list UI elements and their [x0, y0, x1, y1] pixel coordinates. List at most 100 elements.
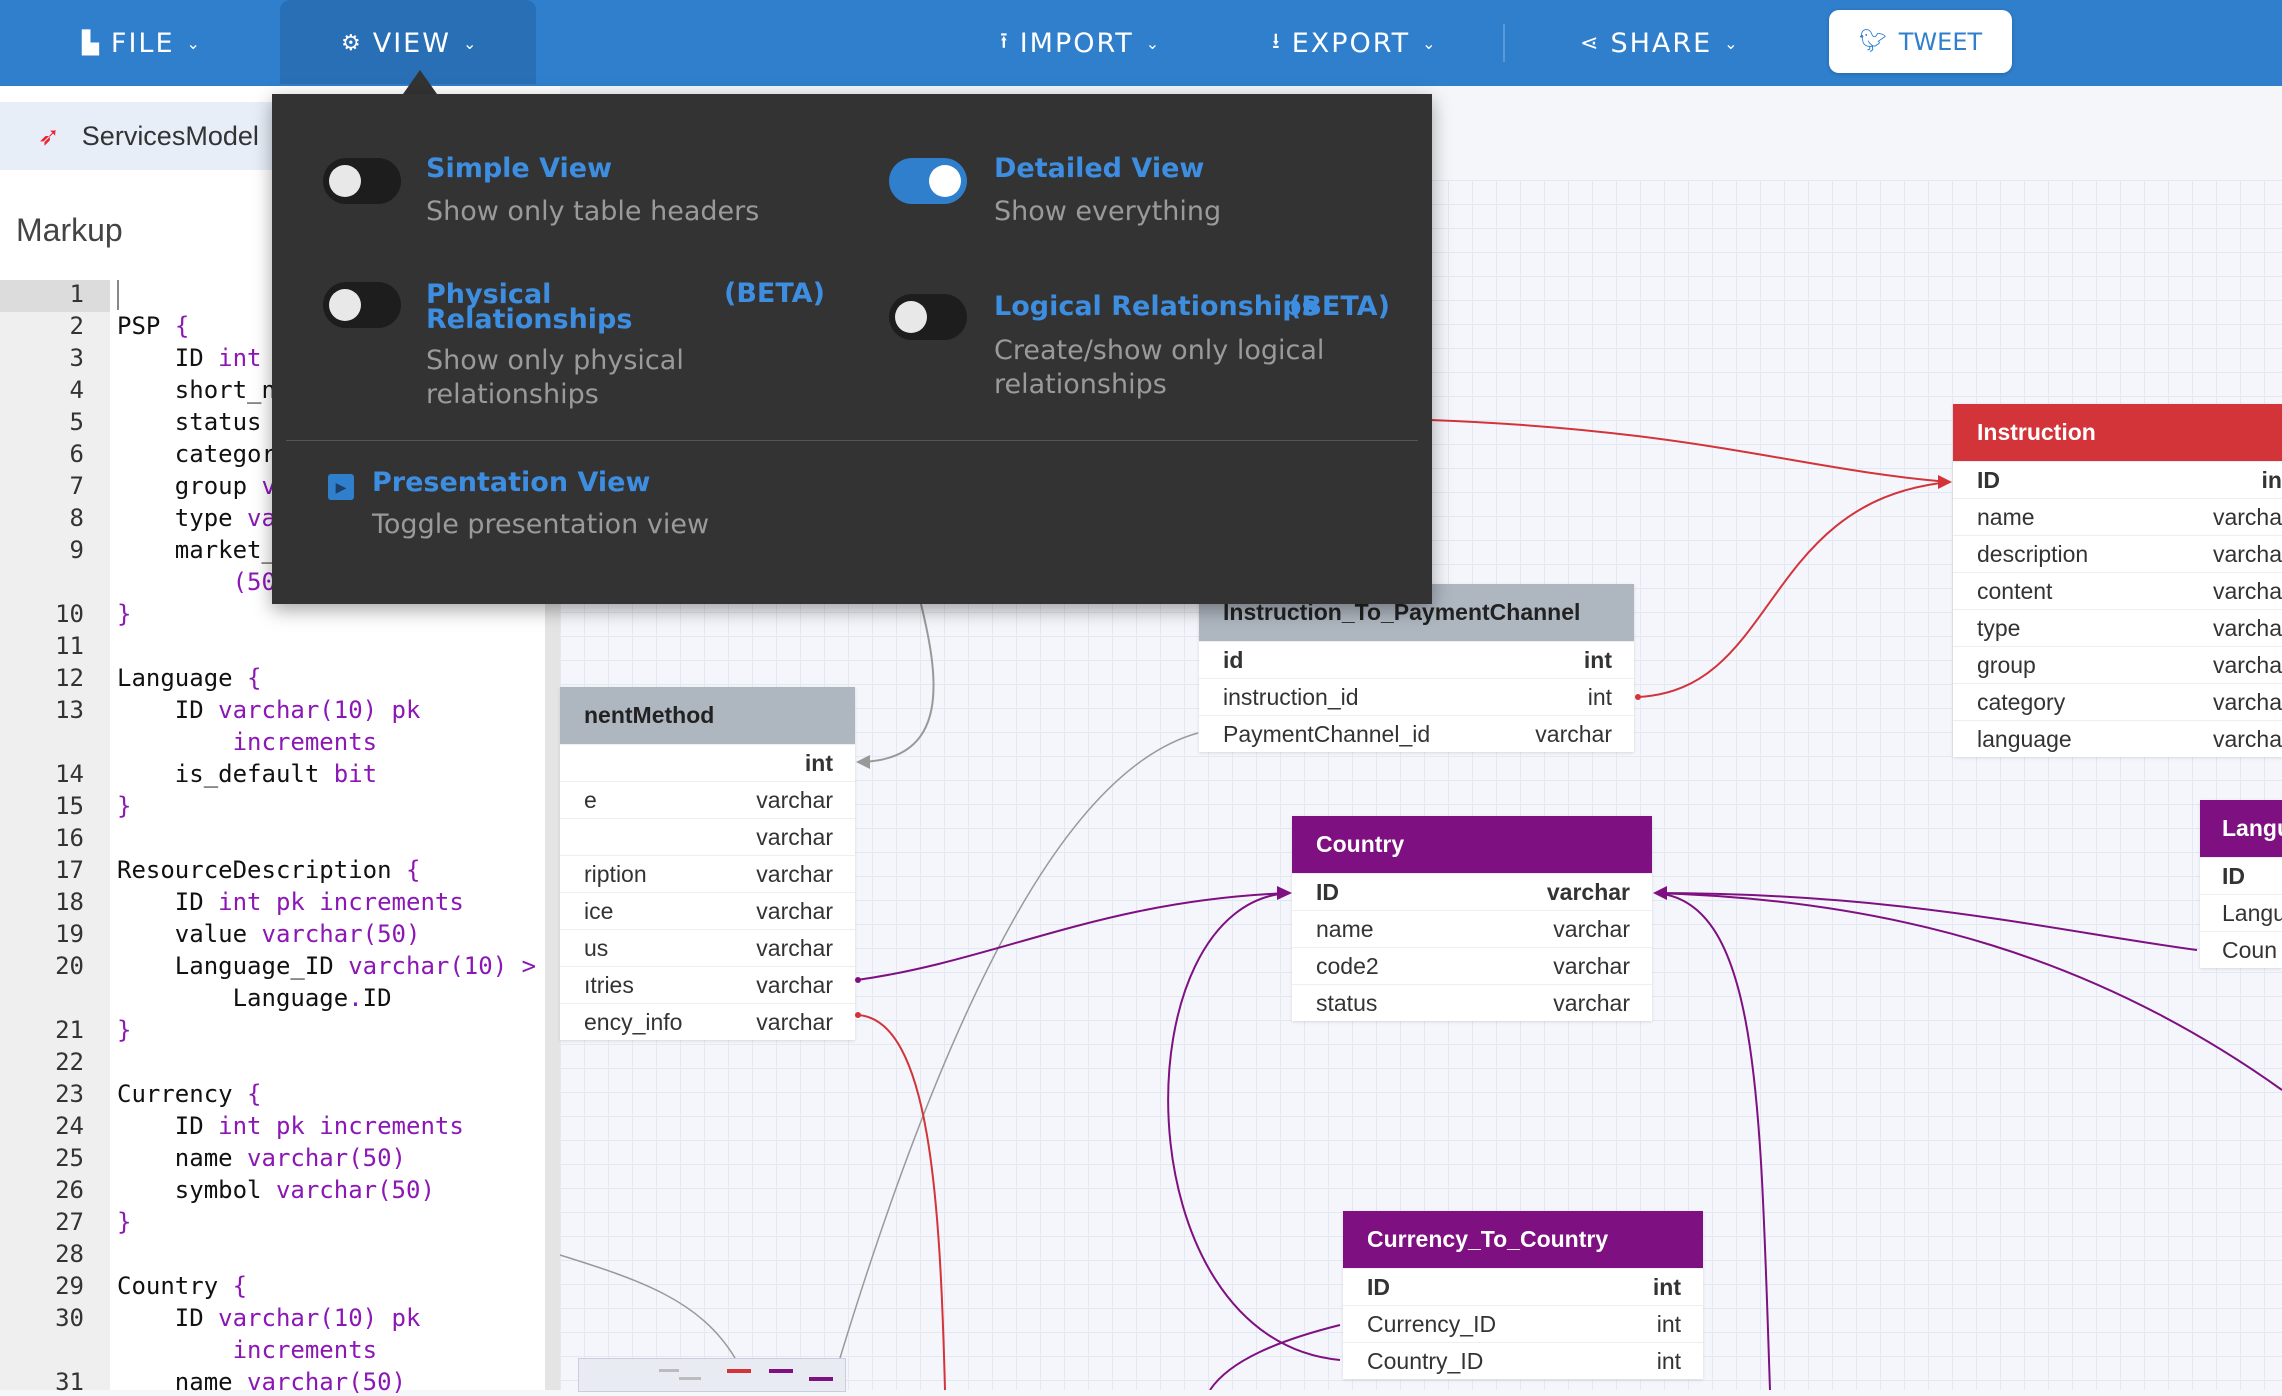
code-line: type va — [174, 504, 276, 532]
table-row: Country_ID int — [1343, 1342, 1703, 1379]
export-menu-label: EXPORT — [1291, 27, 1411, 59]
tweet-label: TWEET — [1898, 27, 1983, 56]
toggle-knob — [329, 289, 361, 321]
code-line: value varchar(50) — [174, 920, 421, 948]
table-row: ency_info varchar — [560, 1003, 855, 1040]
detailed-view-toggle[interactable] — [889, 158, 967, 204]
table-row: description varcha — [1953, 535, 2282, 572]
table-row: PaymentChannel_id varchar — [1199, 715, 1634, 752]
detailed-view-description: Show everything — [994, 196, 1222, 227]
code-line: status — [174, 408, 262, 436]
presentation-view-description: Toggle presentation view — [372, 509, 710, 540]
line-number: 13 — [55, 696, 84, 724]
line-number: 27 — [55, 1208, 84, 1236]
line-number: 9 — [69, 536, 84, 564]
tweet-button[interactable]: 🐦︎ TWEET — [1829, 10, 2012, 73]
table-instruction[interactable]: Instruction ID in name varcha description v… — [1953, 404, 2282, 757]
table-row: varchar — [560, 818, 855, 855]
table-row: content varcha — [1953, 572, 2282, 609]
code-line: symbol varchar(50) — [174, 1176, 435, 1204]
line-number: 31 — [55, 1368, 84, 1396]
physical-relationships-toggle[interactable] — [323, 282, 401, 328]
code-line: ID int pk increments — [174, 1112, 464, 1140]
code-line: categor — [174, 440, 276, 468]
play-icon[interactable]: ▶ — [328, 474, 354, 500]
table-row: code2 varchar — [1292, 947, 1652, 984]
chevron-down-icon: ⌄ — [186, 33, 202, 53]
table-row: type varcha — [1953, 609, 2282, 646]
logical-relationships-title[interactable]: Logical Relationships — [994, 293, 1318, 320]
table-header: Instruction — [1953, 404, 2282, 461]
code-line: Country { — [117, 1272, 248, 1300]
file-icon: ▙ — [82, 30, 101, 56]
line-number: 15 — [55, 792, 84, 820]
code-line: } — [117, 792, 132, 820]
file-tab[interactable]: ➶ ServicesModel — [0, 102, 290, 170]
simple-view-toggle[interactable] — [323, 158, 401, 204]
import-menu-button[interactable]: ⭱ IMPORT ⌄ — [1000, 0, 1161, 86]
code-line: (50 — [232, 568, 276, 596]
export-menu-button[interactable]: ⭳ EXPORT ⌄ — [1272, 0, 1438, 86]
table-header: Country — [1292, 816, 1652, 873]
share-menu-button[interactable]: ⋖ SHARE ⌄ — [1580, 0, 1740, 86]
table-instruction-to-paymentchannel[interactable]: Instruction_To_PaymentChannel id int inst… — [1199, 584, 1634, 752]
table-row: ID varchar — [1292, 873, 1652, 910]
line-number: 28 — [55, 1240, 84, 1268]
code-line: Language.ID — [232, 984, 392, 1012]
table-header: nentMethod — [560, 687, 855, 744]
table-row: Langu — [2200, 894, 2282, 931]
table-header: Currency_To_Country — [1343, 1211, 1703, 1268]
line-number: 5 — [69, 408, 84, 436]
presentation-view-title[interactable]: Presentation View — [372, 469, 650, 496]
code-line: is_default bit — [174, 760, 378, 788]
share-icon: ⋖ — [1580, 30, 1601, 56]
minimap-preview — [659, 1369, 833, 1381]
code-line: name varchar(50) — [174, 1144, 406, 1172]
logical-relationships-toggle[interactable] — [889, 294, 967, 340]
code-line: increments — [232, 1336, 378, 1364]
line-number: 11 — [55, 632, 84, 660]
physical-relationships-title-2[interactable]: Relationships — [426, 306, 632, 333]
file-tab-name: ServicesModel — [81, 120, 259, 151]
table-row: instruction_id int — [1199, 678, 1634, 715]
file-menu-button[interactable]: ▙ FILE ⌄ — [82, 0, 202, 86]
line-number: 30 — [55, 1304, 84, 1332]
line-number: 29 — [55, 1272, 84, 1300]
line-number: 25 — [55, 1144, 84, 1172]
line-number: 1 — [69, 280, 84, 308]
logical-relationships-description-2: relationships — [994, 369, 1167, 400]
simple-view-title[interactable]: Simple View — [426, 155, 612, 182]
code-line: ID varchar(10) pk — [174, 1304, 421, 1332]
line-number: 14 — [55, 760, 84, 788]
line-number: 22 — [55, 1048, 84, 1076]
physical-relationships-description: Show only physical — [426, 345, 684, 376]
table-row: name varchar — [1292, 910, 1652, 947]
table-row: Coun — [2200, 931, 2282, 968]
simple-view-description: Show only table headers — [426, 196, 760, 227]
table-paymentmethod[interactable]: nentMethod int e varchar varchar ription v… — [560, 687, 855, 1040]
text-cursor — [117, 280, 119, 310]
code-line: Currency { — [117, 1080, 262, 1108]
code-line: Language { — [117, 664, 262, 692]
physical-relationships-description-2: relationships — [426, 379, 599, 410]
upload-icon: ⭱ — [1000, 29, 1010, 54]
detailed-view-title[interactable]: Detailed View — [994, 155, 1204, 182]
table-row: ription varchar — [560, 855, 855, 892]
table-country[interactable]: Country ID varchar name varchar code2 varch… — [1292, 816, 1652, 1021]
line-number: 18 — [55, 888, 84, 916]
chevron-down-icon: ⌄ — [1422, 33, 1438, 53]
line-number: 23 — [55, 1080, 84, 1108]
table-currency-to-country[interactable]: Currency_To_Country ID int Currency_ID int… — [1343, 1211, 1703, 1379]
code-line: name varchar(50) — [174, 1368, 406, 1396]
twitter-bird-icon: 🐦︎ — [1858, 29, 1887, 54]
markup-title: Markup — [16, 212, 123, 248]
diagram-minimap[interactable] — [578, 1358, 846, 1392]
table-row: ID int — [1343, 1268, 1703, 1305]
toggle-knob — [895, 301, 927, 333]
line-number: 21 — [55, 1016, 84, 1044]
import-menu-label: IMPORT — [1019, 27, 1134, 59]
table-language[interactable]: Langu ID Langu Coun — [2200, 800, 2282, 968]
view-dropdown-menu: Simple View Show only table headers Deta… — [272, 94, 1432, 604]
code-line: group v — [174, 472, 276, 500]
table-row: ID in — [1953, 461, 2282, 498]
